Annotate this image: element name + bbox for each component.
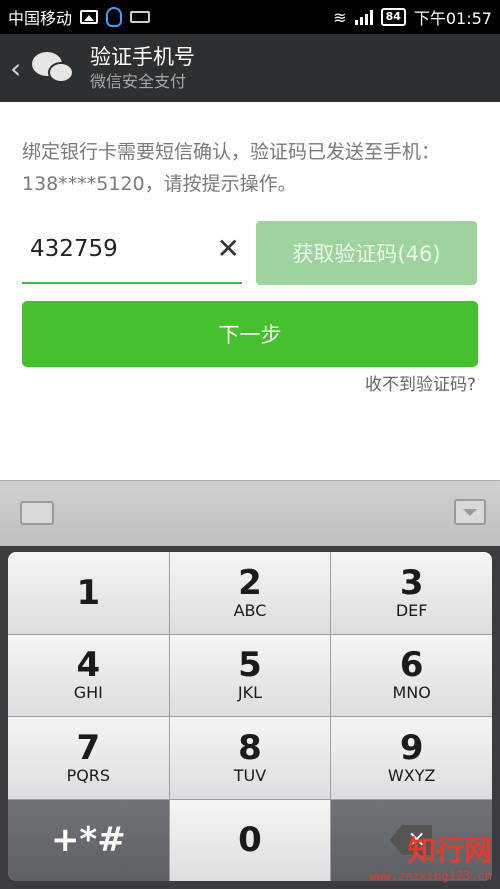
page-title: 验证手机号 xyxy=(90,45,195,69)
qq-notification-icon xyxy=(106,7,123,27)
keyboard-switch-icon[interactable] xyxy=(20,501,54,525)
battery-icon: 84 xyxy=(380,8,406,26)
clock: 下午01:57 xyxy=(413,9,492,28)
back-icon[interactable]: ‹ xyxy=(10,52,32,85)
key-9[interactable]: 9 WXYZ xyxy=(331,717,492,799)
key-2[interactable]: 2 ABC xyxy=(169,552,331,634)
key-4[interactable]: 4 GHI xyxy=(8,634,169,716)
get-code-button[interactable]: 获取验证码(46) xyxy=(256,221,477,285)
carrier-label: 中国移动 xyxy=(8,9,73,28)
next-step-button[interactable]: 下一步 xyxy=(22,301,478,367)
key-7[interactable]: 7 PQRS xyxy=(8,717,169,799)
status-bar: 中国移动 ≋ 84 下午01:57 xyxy=(0,0,500,34)
watermark-url: www.zhixing123.cn xyxy=(369,869,492,883)
verification-code-input[interactable]: 432759 ✕ xyxy=(22,222,242,284)
app-header: ‹ 验证手机号 微信安全支付 xyxy=(0,34,500,102)
wifi-icon: ≋ xyxy=(333,7,347,27)
key-6[interactable]: 6 MNO xyxy=(331,634,492,716)
code-value[interactable]: 432759 xyxy=(30,236,118,262)
key-5[interactable]: 5 JKL xyxy=(169,634,331,716)
key-3[interactable]: 3 DEF xyxy=(331,552,492,634)
key-8[interactable]: 8 TUV xyxy=(169,717,331,799)
keyboard-hide-icon[interactable] xyxy=(454,499,486,525)
watermark: 知行网 www.zhixing123.cn xyxy=(369,829,492,883)
verification-description: 绑定银行卡需要短信确认，验证码已发送至手机：138****5120，请按提示操作… xyxy=(22,141,441,195)
key-symbols[interactable]: +*# xyxy=(8,799,169,881)
clear-input-icon[interactable]: ✕ xyxy=(217,232,240,265)
wechat-logo-icon xyxy=(32,48,76,88)
keyboard-toolbar xyxy=(0,480,500,546)
no-code-link[interactable]: 收不到验证码? xyxy=(365,370,476,395)
watermark-logo: 知行网 xyxy=(407,834,492,867)
key-1[interactable]: 1 xyxy=(8,552,169,634)
image-notification-icon xyxy=(80,10,99,24)
key-0[interactable]: 0 xyxy=(169,799,331,881)
page-subtitle: 微信安全支付 xyxy=(90,72,187,91)
signal-icon xyxy=(354,9,373,25)
keyboard-notification-icon xyxy=(130,11,151,23)
